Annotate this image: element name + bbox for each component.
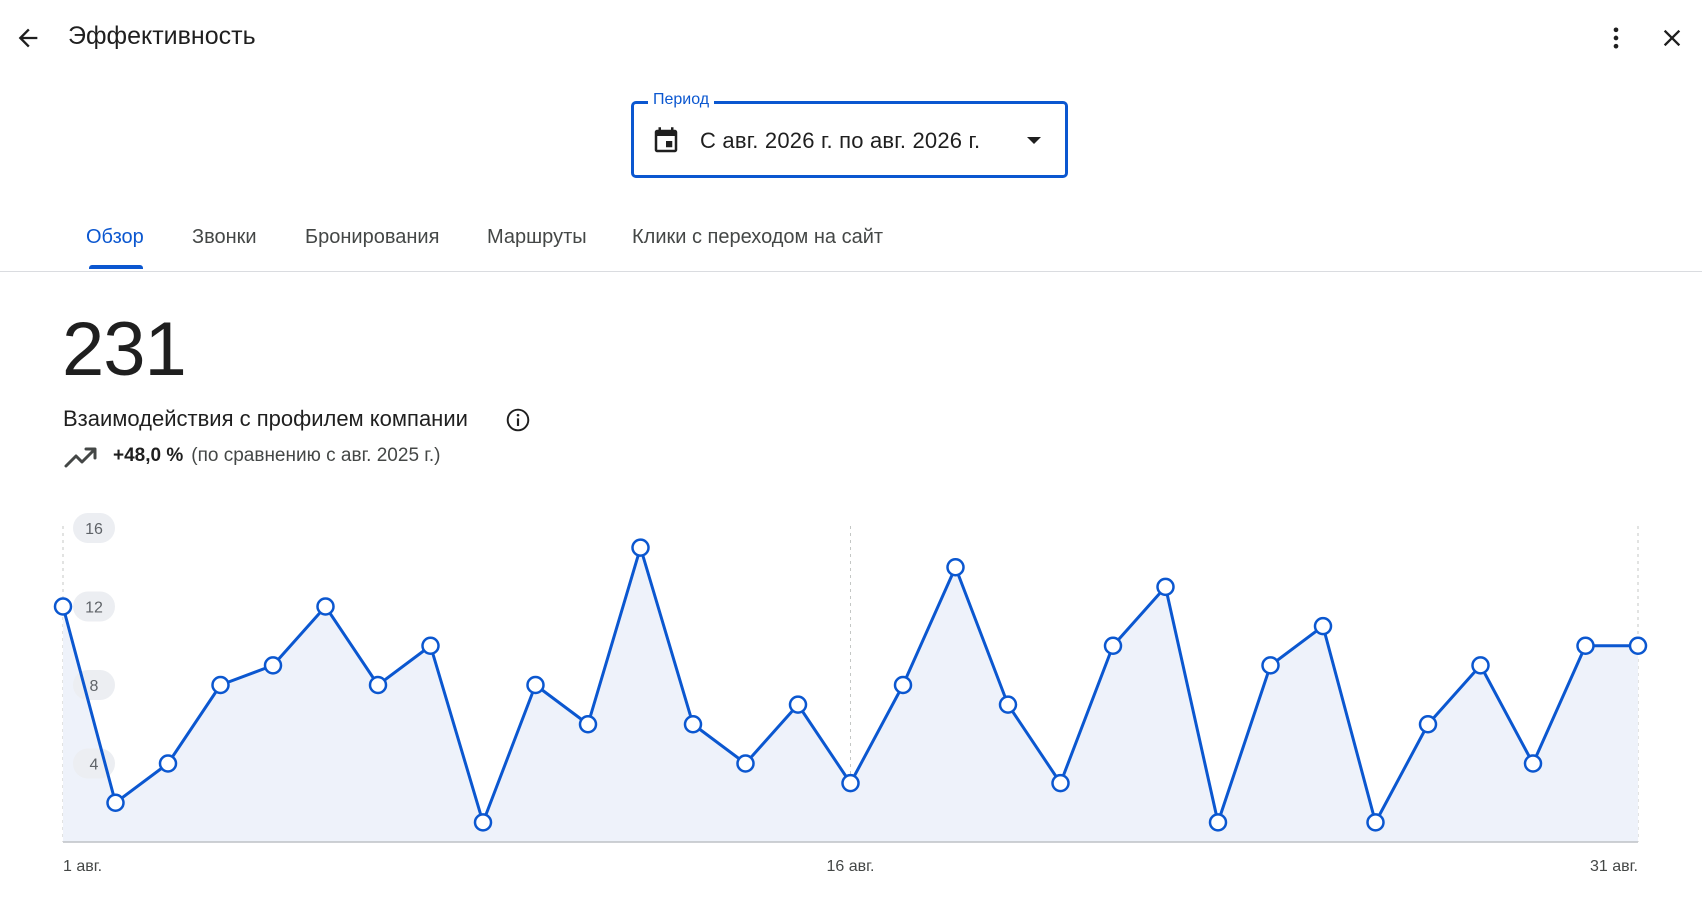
y-tick-label: 4 [90, 757, 99, 774]
x-tick-label: 1 авг. [63, 858, 102, 875]
data-point [1313, 616, 1333, 636]
x-tick-label: 31 авг. [1590, 858, 1638, 875]
y-tick-label: 12 [85, 600, 103, 617]
data-point [53, 597, 73, 616]
data-point [683, 715, 703, 734]
data-point [473, 813, 493, 832]
tab-bookings[interactable]: Бронирования [305, 226, 439, 249]
data-point [998, 695, 1018, 714]
data-point [421, 636, 440, 655]
tab-calls[interactable]: Звонки [192, 226, 257, 249]
data-point [631, 538, 650, 557]
close-icon [1663, 29, 1681, 47]
more-vert-icon [1613, 27, 1619, 49]
data-point [158, 754, 178, 773]
data-point [893, 675, 913, 695]
data-point [1471, 656, 1490, 675]
data-point [316, 597, 335, 616]
period-select[interactable]: Период С авг. 2026 г. по авг. 2026 г. [631, 91, 1068, 178]
trending-up-icon [64, 447, 97, 468]
data-point [1208, 813, 1228, 832]
interactions-chart: 4 8 12 16 1 авг. 16 авг. 31 авг. [53, 513, 1648, 875]
arrow-left-icon [18, 28, 38, 48]
more-options-button[interactable] [1596, 18, 1636, 58]
tab-directions[interactable]: Маршруты [487, 226, 587, 249]
dropdown-arrow-icon [1027, 137, 1041, 144]
change-indicator: +48,0 % (по сравнению с авг. 2025 г.) [113, 445, 441, 467]
change-note: (по сравнению с авг. 2025 г.) [191, 445, 441, 466]
metric-label: Взаимодействия с профилем компании [63, 406, 468, 431]
period-value: С авг. 2026 г. по авг. 2026 г. [700, 128, 981, 153]
info-icon[interactable] [505, 407, 531, 433]
top-bar: Эффективность [0, 0, 1702, 76]
data-point [1628, 636, 1648, 655]
active-tab-indicator [89, 265, 143, 269]
change-percent: +48,0 % [113, 445, 184, 466]
total-value: 231 [62, 307, 187, 392]
data-point [1051, 773, 1070, 793]
x-tick-label: 16 авг. [827, 858, 875, 875]
data-point [211, 675, 230, 695]
y-tick-label: 8 [90, 678, 99, 695]
tab-overview[interactable]: Обзор [86, 226, 144, 249]
data-point [1366, 813, 1385, 832]
data-point [526, 675, 545, 695]
period-label: Период [648, 91, 715, 109]
data-point [788, 695, 808, 714]
data-point [1576, 636, 1595, 655]
data-point [841, 773, 860, 793]
data-point [1156, 577, 1175, 597]
data-point [1418, 715, 1438, 734]
data-point [263, 656, 283, 675]
data-point [736, 754, 755, 773]
close-button[interactable] [1652, 18, 1692, 58]
data-point [1103, 636, 1123, 655]
data-point [946, 558, 965, 577]
calendar-icon [654, 127, 678, 153]
data-point [368, 675, 388, 695]
data-point [106, 793, 125, 812]
back-button[interactable] [8, 18, 48, 58]
data-point [578, 715, 598, 734]
tab-website-clicks[interactable]: Клики с переходом на сайт [632, 226, 883, 249]
data-point [1523, 754, 1543, 773]
data-point [1261, 656, 1280, 675]
y-tick-label: 16 [85, 521, 103, 538]
tab-bar: Обзор Звонки Бронирования Маршруты Клики… [0, 212, 1702, 272]
page-title: Эффективность [68, 22, 256, 50]
